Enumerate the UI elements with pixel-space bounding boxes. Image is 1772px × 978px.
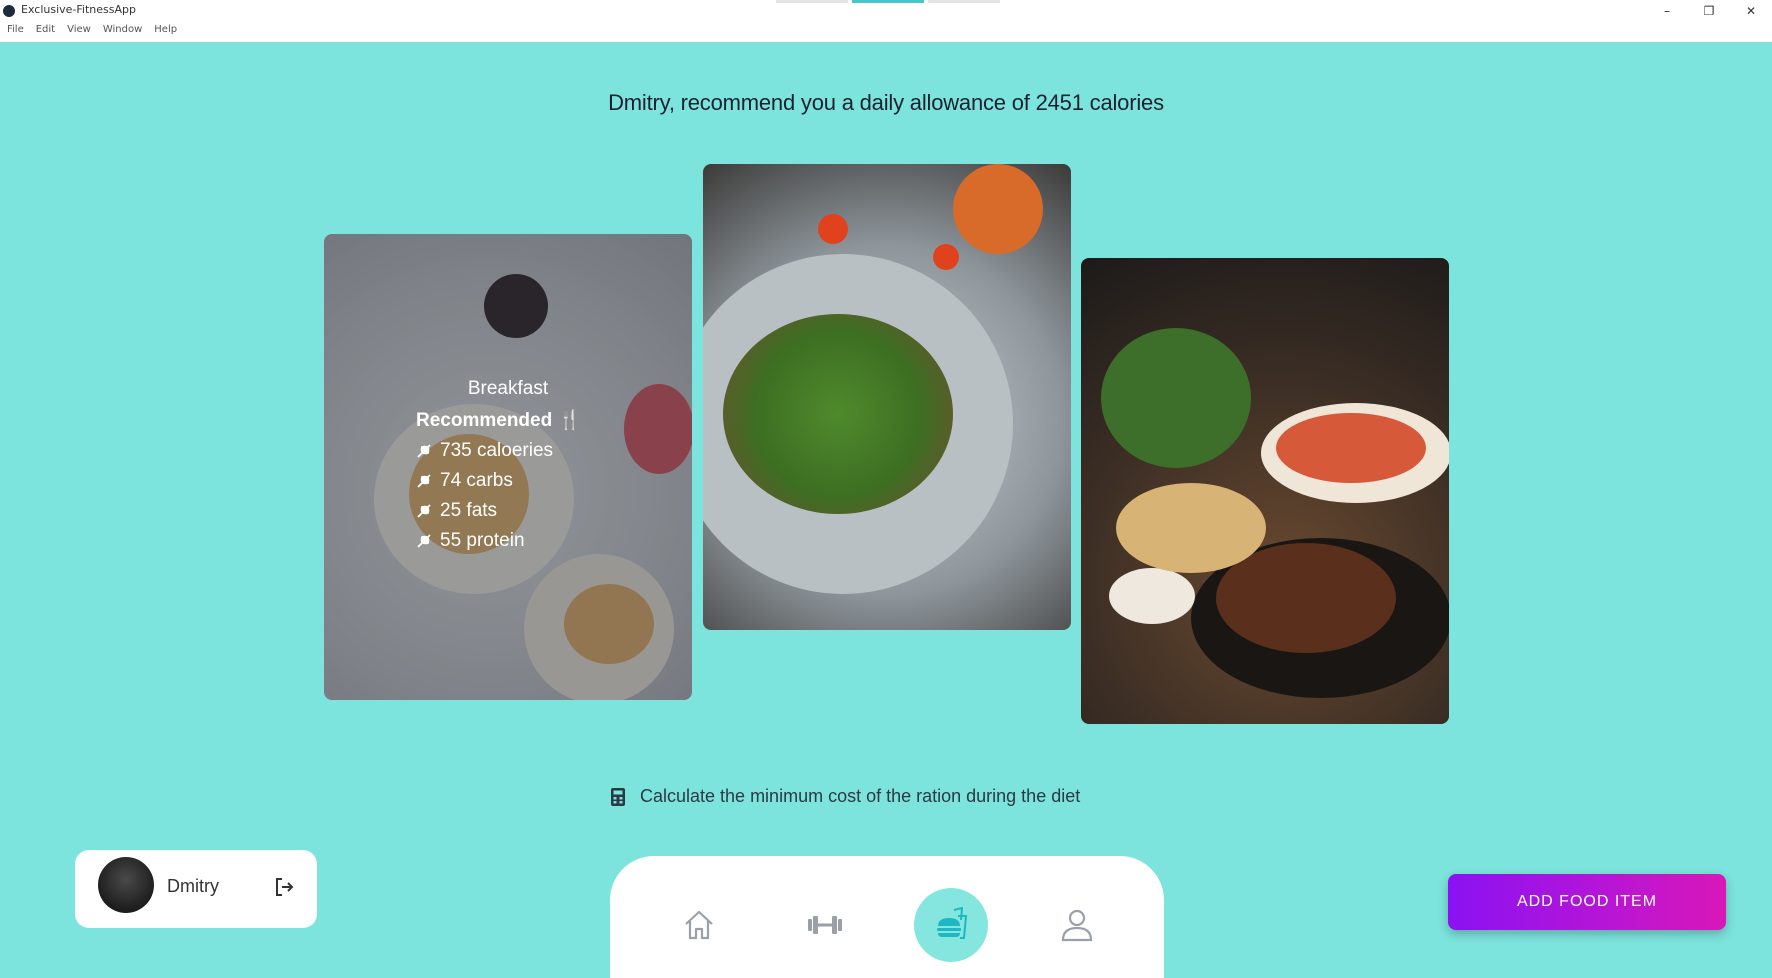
app-logo-icon — [3, 5, 15, 17]
meal-name: Breakfast — [467, 378, 549, 399]
meal-card-dinner[interactable] — [1081, 258, 1449, 724]
nav-food[interactable] — [914, 888, 988, 962]
page-title: Dmitry, recommend you a daily allowance … — [608, 90, 1164, 115]
profile-icon — [1061, 909, 1093, 942]
minimize-button[interactable]: – — [1646, 0, 1688, 22]
calories-value: 735 caloeries — [440, 440, 554, 461]
restore-button[interactable]: ❐ — [1688, 0, 1730, 22]
menu-file[interactable]: File — [7, 24, 24, 35]
carbs-value: 74 carbs — [440, 470, 513, 491]
salad-shape — [723, 314, 953, 514]
menu-view[interactable]: View — [67, 24, 91, 35]
fats-line: 25 fats — [324, 500, 692, 522]
bottom-nav — [610, 856, 1164, 978]
meal-card-lunch[interactable] — [703, 164, 1071, 630]
leaf-icon — [417, 444, 431, 458]
meal-info: Breakfast Recommended 🍴 735 caloeries 74… — [324, 378, 692, 560]
nav-home[interactable] — [662, 888, 736, 962]
user-card: Dmitry — [75, 850, 317, 928]
add-food-item-button[interactable]: ADD FOOD ITEM — [1448, 874, 1726, 930]
title-bar: Exclusive-FitnessApp File Edit View Wind… — [0, 0, 1772, 42]
nav-workout[interactable] — [788, 888, 862, 962]
dumbbell-icon — [808, 916, 842, 934]
nav-profile[interactable] — [1040, 888, 1114, 962]
logout-icon[interactable] — [273, 876, 295, 898]
min-cost-link[interactable]: Calculate the minimum cost of the ration… — [610, 786, 1080, 807]
protein-value: 55 protein — [440, 530, 525, 551]
salad-shape — [1276, 413, 1426, 483]
protein-line: 55 protein — [324, 530, 692, 552]
menu-edit[interactable]: Edit — [36, 24, 55, 35]
menu-bar: File Edit View Window Help — [7, 24, 177, 35]
leaf-icon — [417, 504, 431, 518]
window-title: Exclusive-FitnessApp — [21, 3, 136, 16]
carbs-line: 74 carbs — [324, 470, 692, 492]
page-indicator — [776, 0, 1000, 3]
fats-value: 25 fats — [440, 500, 498, 521]
home-icon — [685, 910, 713, 940]
window-controls: – ❐ ✕ — [1646, 0, 1772, 22]
calories-line: 735 caloeries — [324, 440, 692, 462]
recommended-label: Recommended 🍴 — [416, 410, 582, 431]
avatar[interactable] — [98, 857, 154, 913]
food-icon — [937, 906, 968, 939]
user-name: Dmitry — [167, 876, 219, 896]
meal-card-breakfast[interactable]: Breakfast Recommended 🍴 735 caloeries 74… — [324, 234, 692, 700]
tomato-shape — [933, 244, 959, 270]
sauce-bowl-shape — [953, 164, 1043, 254]
fries-basket-shape — [1116, 483, 1266, 573]
herbs-shape — [1101, 328, 1251, 468]
menu-window[interactable]: Window — [103, 24, 142, 35]
tomato-shape — [818, 214, 848, 244]
min-cost-label: Calculate the minimum cost of the ration… — [640, 786, 1081, 806]
leaf-icon — [417, 474, 431, 488]
calculator-icon — [611, 787, 625, 806]
menu-help[interactable]: Help — [154, 24, 177, 35]
leaf-icon — [417, 534, 431, 548]
sauce-cup-shape — [1109, 568, 1195, 624]
close-button[interactable]: ✕ — [1730, 0, 1772, 22]
